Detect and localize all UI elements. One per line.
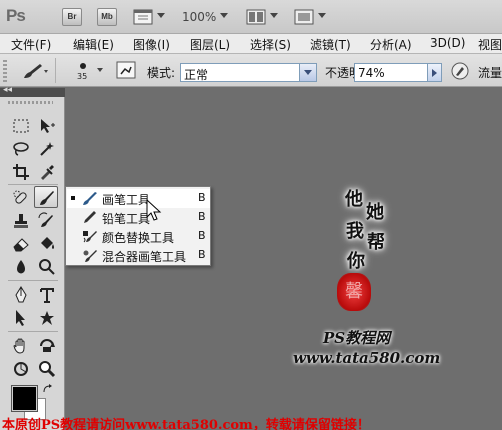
bottom-notice: 本原创PS教程请访问www.tata580.com，转载请保留链接！: [2, 418, 370, 430]
paint-bucket-tool-icon[interactable]: [35, 233, 59, 255]
blend-mode-select[interactable]: 正常: [180, 63, 317, 82]
3d-rotate-tool-icon[interactable]: [9, 358, 33, 380]
poem-char: 他: [345, 189, 363, 210]
color-replacement-icon: [83, 231, 97, 243]
flyout-item-shortcut: B: [198, 210, 206, 223]
menu-select[interactable]: 选择(S): [250, 36, 291, 53]
brush-tool-flyout: 画笔工具 B 铅笔工具 B 颜色替换工具 B 混合器画笔工具 B: [65, 186, 211, 266]
menu-analysis[interactable]: 分析(A): [370, 36, 412, 53]
menu-filter[interactable]: 滤镜(T): [310, 36, 351, 53]
opacity-input[interactable]: 74%: [354, 63, 442, 82]
mini-bridge-button[interactable]: Mb: [97, 8, 117, 26]
mixer-brush-icon: [83, 250, 97, 262]
tools-panel-header[interactable]: ◂◂: [0, 85, 65, 97]
history-brush-tool-icon[interactable]: [35, 210, 59, 232]
options-grip[interactable]: [3, 60, 7, 82]
flow-label: 流量: [478, 66, 502, 80]
brush-tool-icon[interactable]: [34, 186, 58, 208]
zoom-level[interactable]: 100%: [182, 10, 216, 24]
magic-wand-tool-icon[interactable]: [35, 138, 59, 160]
lasso-tool-icon[interactable]: [9, 138, 33, 160]
path-selection-tool-icon[interactable]: [9, 307, 33, 329]
zoom-dropdown-icon[interactable]: [220, 13, 228, 18]
crop-tool-icon[interactable]: [9, 161, 33, 183]
flyout-item-label: 铅笔工具: [102, 212, 151, 226]
flyout-item-shortcut: B: [198, 229, 206, 242]
menu-file[interactable]: 文件(F): [11, 36, 51, 53]
dodge-tool-icon[interactable]: [35, 256, 59, 278]
screen-mode-dropdown-icon[interactable]: [318, 13, 326, 18]
eyedropper-tool-icon[interactable]: [35, 161, 59, 183]
poem-char: 她: [366, 202, 384, 223]
view-extras-icon[interactable]: [132, 8, 154, 26]
mouse-cursor-icon: [146, 198, 164, 226]
poem-char: 我: [346, 221, 364, 242]
zoom-tool-icon[interactable]: [35, 358, 59, 380]
bridge-button[interactable]: Br: [62, 8, 82, 26]
custom-shape-tool-icon[interactable]: [35, 307, 59, 329]
clone-stamp-tool-icon[interactable]: [9, 210, 33, 232]
hand-tool-icon[interactable]: [9, 335, 33, 357]
flyout-item-shortcut: B: [198, 248, 206, 261]
swap-colors-icon[interactable]: [43, 383, 53, 397]
brush-icon: [83, 192, 97, 205]
pencil-icon: [84, 211, 96, 223]
application-bar: Ps Br Mb 100%: [0, 0, 502, 34]
mode-label: 模式:: [147, 66, 176, 80]
flyout-item-brush[interactable]: 画笔工具 B: [67, 189, 210, 208]
menu-image[interactable]: 图像(I): [133, 36, 170, 53]
ps-logo: Ps: [6, 6, 26, 25]
tool-preset-picker-icon[interactable]: [20, 60, 50, 85]
blend-mode-value: 正常: [184, 68, 209, 82]
tools-grip[interactable]: [8, 101, 53, 104]
eraser-tool-icon[interactable]: [9, 233, 33, 255]
photoshop-window: Ps Br Mb 100% 文件(F) 编辑(E) 图像(I) 图层(L) 选择…: [0, 0, 502, 430]
blend-mode-dropdown-icon[interactable]: [299, 64, 316, 81]
poem-char: 你: [347, 251, 365, 272]
flyout-item-label: 颜色替换工具: [102, 231, 175, 245]
poem-char: 帮: [367, 232, 385, 253]
menu-edit[interactable]: 编辑(E): [73, 36, 114, 53]
brush-picker-dropdown-icon[interactable]: [97, 68, 103, 72]
pressure-opacity-icon[interactable]: [450, 61, 470, 84]
spot-healing-tool-icon[interactable]: [9, 187, 33, 209]
menu-view[interactable]: 视图: [478, 36, 502, 53]
pen-tool-icon[interactable]: [9, 284, 33, 306]
menu-bar: 文件(F) 编辑(E) 图像(I) 图层(L) 选择(S) 滤镜(T) 分析(A…: [0, 34, 502, 54]
flyout-item-color-replacement[interactable]: 颜色替换工具 B: [67, 227, 210, 246]
tool-separator: [8, 280, 58, 281]
view-extras-dropdown-icon[interactable]: [157, 13, 165, 18]
menu-layer[interactable]: 图层(L): [190, 36, 230, 53]
foreground-color-swatch[interactable]: [12, 386, 37, 411]
flyout-item-label: 画笔工具: [102, 193, 151, 207]
brush-panel-toggle-icon[interactable]: [116, 61, 136, 79]
opacity-slider-arrow-icon[interactable]: [427, 64, 441, 81]
arrange-dropdown-icon[interactable]: [270, 13, 278, 18]
flyout-item-label: 混合器画笔工具: [102, 250, 187, 264]
rotate-view-tool-icon[interactable]: [35, 335, 59, 357]
flyout-item-pencil[interactable]: 铅笔工具 B: [67, 208, 210, 227]
screen-mode-icon[interactable]: [293, 8, 315, 26]
watermark-title: PS教程网: [323, 329, 391, 347]
arrange-documents-icon[interactable]: [245, 8, 267, 26]
flyout-item-mixer-brush[interactable]: 混合器画笔工具 B: [67, 246, 210, 265]
menu-3d[interactable]: 3D(D): [430, 36, 465, 50]
collapse-panel-icon[interactable]: ◂◂: [3, 85, 12, 95]
tool-separator: [8, 184, 58, 185]
brush-size-value: 35: [77, 72, 88, 81]
red-seal: 馨: [337, 273, 371, 311]
move-tool-icon[interactable]: [35, 115, 59, 137]
watermark-url: www.tata580.com: [293, 349, 441, 367]
flyout-item-shortcut: B: [198, 191, 206, 204]
marquee-tool-icon[interactable]: [9, 115, 33, 137]
type-tool-icon[interactable]: [35, 284, 59, 306]
opacity-value: 74%: [358, 66, 385, 80]
options-separator: [55, 58, 56, 83]
tool-separator: [8, 331, 58, 332]
selected-indicator: [71, 196, 75, 200]
blur-tool-icon[interactable]: [9, 256, 33, 278]
